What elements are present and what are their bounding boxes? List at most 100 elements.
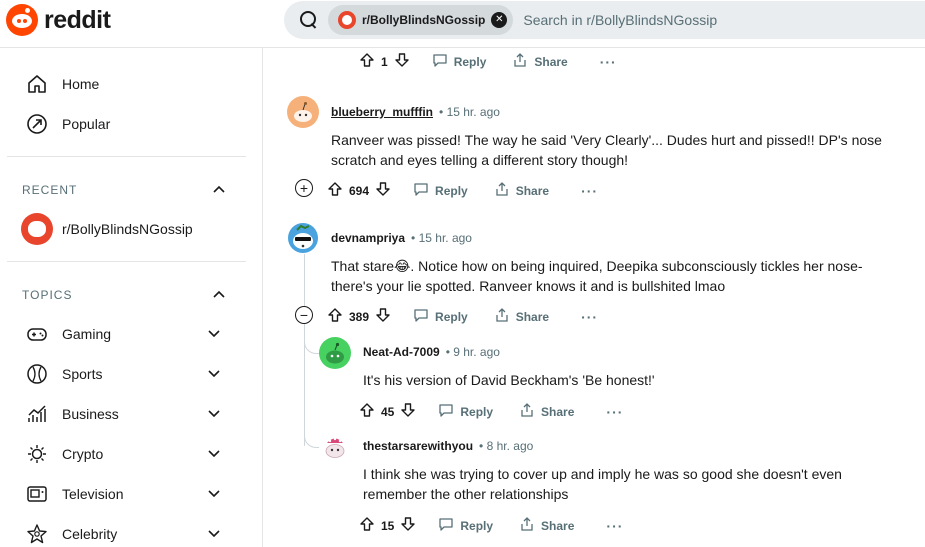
chevron-down-icon[interactable] — [207, 326, 221, 345]
share-icon — [494, 307, 510, 326]
reply-button[interactable]: Reply — [432, 52, 487, 71]
user-avatar[interactable] — [287, 96, 319, 128]
downvote-icon[interactable] — [400, 516, 416, 535]
chevron-down-icon[interactable] — [207, 446, 221, 465]
chevron-down-icon[interactable] — [207, 526, 221, 545]
user-avatar[interactable] — [287, 222, 319, 254]
downvote-icon[interactable] — [375, 307, 391, 326]
sidebar-item-label: Crypto — [62, 446, 104, 462]
user-avatar[interactable] — [319, 337, 351, 369]
downvote-icon[interactable] — [394, 52, 410, 71]
share-button[interactable]: Share — [519, 402, 574, 421]
share-label: Share — [541, 404, 575, 419]
comments-area: 1 Reply Share ··· blueberry_mufffin • 15… — [264, 48, 925, 547]
vote-count: 1 — [381, 54, 388, 69]
comment-action-row: 45 Reply Share ··· — [359, 402, 623, 421]
comment-time: • 15 hr. ago — [411, 231, 472, 245]
sidebar-item-crypto[interactable]: Crypto — [0, 434, 255, 474]
sidebar-divider — [7, 261, 246, 262]
sidebar-item-home[interactable]: Home — [0, 64, 255, 104]
search-icon — [300, 11, 318, 29]
share-button[interactable]: Share — [494, 307, 549, 326]
upvote-icon[interactable] — [327, 181, 343, 200]
close-icon[interactable]: ✕ — [491, 12, 508, 28]
upvote-icon[interactable] — [359, 52, 375, 71]
recent-section-title: RECENT — [22, 183, 78, 197]
reply-label: Reply — [460, 518, 494, 533]
chevron-down-icon[interactable] — [207, 486, 221, 505]
tv-icon — [26, 483, 48, 505]
share-button[interactable]: Share — [494, 181, 549, 200]
sidebar-item-television[interactable]: Television — [0, 474, 255, 514]
chevron-down-icon[interactable] — [207, 406, 221, 425]
comment-author[interactable]: Neat-Ad-7009 — [363, 345, 440, 359]
subreddit-search-chip[interactable]: r/BollyBlindsNGossip ✕ — [328, 5, 514, 35]
sidebar-item-business[interactable]: Business — [0, 394, 255, 434]
sidebar-item-label: r/BollyBlindsNGossip — [62, 221, 193, 237]
comment-action-row: 389 Reply Share ··· — [327, 307, 598, 326]
reply-button[interactable]: Reply — [438, 516, 493, 535]
share-button[interactable]: Share — [512, 52, 568, 71]
comment-body: That stare😂. Notice how on being inquire… — [331, 258, 863, 294]
sidebar-item-celebrity[interactable]: Celebrity — [0, 514, 255, 547]
reply-icon — [413, 181, 429, 200]
downvote-icon[interactable] — [375, 181, 391, 200]
vote-control: 389 — [327, 307, 391, 326]
search-input[interactable] — [523, 12, 824, 28]
user-avatar[interactable] — [319, 430, 351, 462]
sidebar-item-label: Gaming — [62, 326, 112, 342]
collapse-thread-button[interactable]: − — [295, 306, 313, 324]
comment-author[interactable]: thestarsarewithyou — [363, 439, 473, 453]
vote-count: 15 — [381, 518, 395, 533]
reply-button[interactable]: Reply — [413, 181, 468, 200]
sidebar-item-label: Home — [62, 76, 100, 92]
reddit-logo[interactable]: reddit — [6, 4, 111, 36]
logo-text: reddit — [44, 5, 111, 34]
sidebar-item-popular[interactable]: Popular — [0, 104, 255, 144]
downvote-icon[interactable] — [400, 402, 416, 421]
expand-thread-button[interactable]: + — [295, 179, 313, 197]
more-options-button[interactable]: ··· — [606, 404, 623, 420]
reply-label: Reply — [453, 54, 487, 69]
share-label: Share — [534, 54, 568, 69]
sidebar-item-bollyblindsngossip[interactable]: r/BollyBlindsNGossip — [0, 209, 255, 249]
upvote-icon[interactable] — [327, 307, 343, 326]
reply-button[interactable]: Reply — [438, 402, 493, 421]
comment-meta: Neat-Ad-7009 • 9 hr. ago — [363, 345, 500, 359]
thread-elbow — [304, 418, 320, 448]
upvote-icon[interactable] — [359, 516, 375, 535]
reply-button[interactable]: Reply — [413, 307, 468, 326]
vote-count: 45 — [381, 404, 395, 419]
sidebar-item-gaming[interactable]: Gaming — [0, 314, 255, 354]
comment-author[interactable]: blueberry_mufffin — [331, 105, 433, 119]
topics-section-title: TOPICS — [22, 288, 73, 302]
chevron-down-icon[interactable] — [207, 366, 221, 385]
more-options-button[interactable]: ··· — [581, 183, 598, 199]
vote-control: 694 — [327, 181, 391, 200]
more-options-button[interactable]: ··· — [581, 309, 598, 325]
comment-body: I think she was trying to cover up and i… — [363, 466, 842, 502]
sidebar-item-sports[interactable]: Sports — [0, 354, 255, 394]
share-label: Share — [515, 183, 550, 198]
more-options-button[interactable]: ··· — [606, 518, 623, 534]
reply-label: Reply — [460, 404, 494, 419]
left-sidebar: Home Popular RECENT r/BollyBlindsNGossip… — [0, 48, 263, 547]
share-button[interactable]: Share — [519, 516, 574, 535]
chevron-up-icon[interactable] — [212, 182, 226, 201]
thread-elbow — [304, 324, 320, 354]
vote-control: 15 — [359, 516, 416, 535]
star-icon — [26, 523, 48, 545]
upvote-icon[interactable] — [359, 402, 375, 421]
share-icon — [519, 402, 535, 421]
more-options-button[interactable]: ··· — [600, 54, 617, 70]
reply-icon — [432, 52, 448, 71]
share-icon — [494, 181, 510, 200]
sidebar-item-label: Popular — [62, 116, 111, 132]
vote-control: 45 — [359, 402, 416, 421]
comment-author[interactable]: devnampriya — [331, 231, 405, 245]
chart-icon — [26, 403, 48, 425]
popular-icon — [26, 113, 48, 135]
chevron-up-icon[interactable] — [212, 287, 226, 306]
share-icon — [519, 516, 535, 535]
search-bar[interactable]: r/BollyBlindsNGossip ✕ — [284, 1, 925, 39]
